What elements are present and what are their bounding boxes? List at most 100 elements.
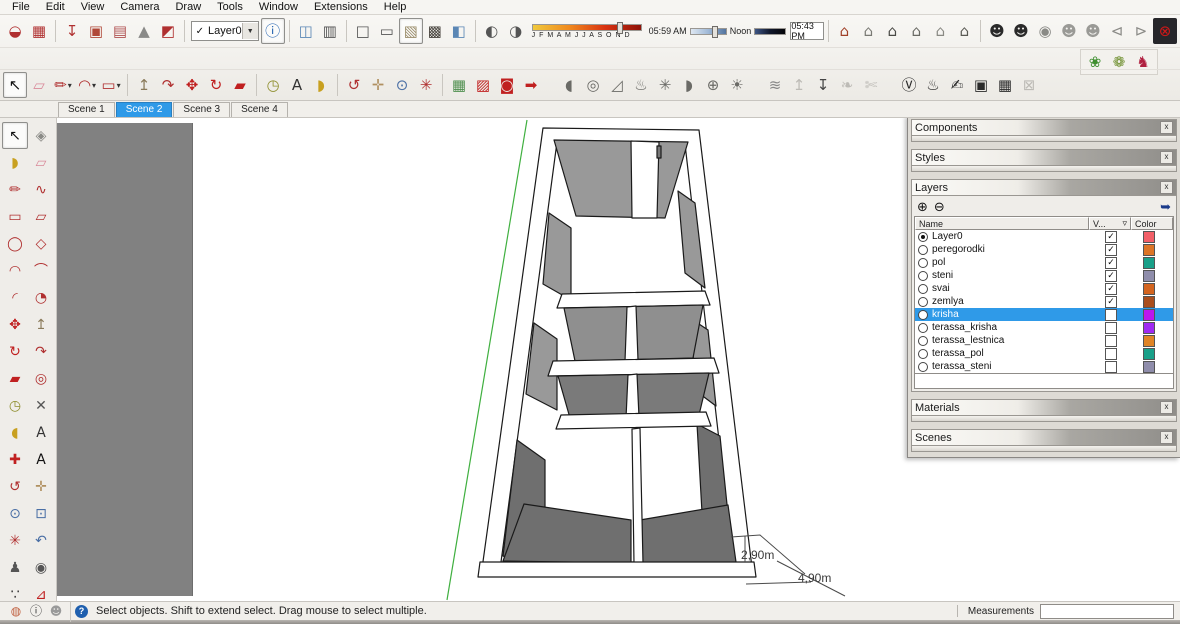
shaded-with-textures-icon[interactable]: ▩: [423, 18, 447, 44]
smoove-icon[interactable]: ↧: [60, 18, 84, 44]
menu-draw[interactable]: Draw: [167, 1, 209, 13]
drape-icon[interactable]: ▤: [108, 18, 132, 44]
tape-measure-icon[interactable]: ◷: [2, 392, 28, 419]
layer-visible-checkbox[interactable]: [1105, 335, 1117, 347]
vray-light-globe-icon[interactable]: ⊕: [701, 72, 725, 98]
layer-active-radio[interactable]: [918, 232, 928, 242]
vray-sun-icon[interactable]: ☀: [725, 72, 749, 98]
rotate-icon[interactable]: ↻: [204, 72, 228, 98]
previous-view-icon[interactable]: ↶: [28, 527, 54, 554]
shadow-dialog-icon[interactable]: ◐: [480, 18, 504, 44]
menu-camera[interactable]: Camera: [112, 1, 167, 13]
vray-render-interactive-icon[interactable]: ✍: [945, 72, 969, 98]
layer-visible-checkbox[interactable]: ✓: [1105, 231, 1117, 243]
add-layer-button[interactable]: ⊕: [917, 201, 928, 214]
layer-visible-checkbox[interactable]: [1105, 348, 1117, 360]
layer-row-terassa_steni[interactable]: terassa_steni: [915, 360, 1173, 373]
chevron-down-icon[interactable]: ▾: [117, 81, 121, 90]
layer-active-radio[interactable]: [918, 349, 928, 359]
axes-icon[interactable]: ✚: [2, 446, 28, 473]
people-settings-icon[interactable]: ☻: [1081, 18, 1105, 44]
close-icon[interactable]: x: [1160, 121, 1173, 134]
layer-active-radio[interactable]: [918, 245, 928, 255]
shadow-date-slider[interactable]: J F M A M J J A S O N D: [532, 24, 642, 39]
flip-edge-icon[interactable]: ◩: [156, 18, 180, 44]
vray-batch-render-icon[interactable]: ▦: [993, 72, 1017, 98]
geolocation-icon[interactable]: ◍: [6, 602, 26, 620]
line-icon[interactable]: ✏▾: [51, 72, 75, 98]
make-fur-icon[interactable]: ❧: [835, 72, 859, 98]
rotated-rectangle-icon[interactable]: ▱: [28, 203, 54, 230]
layer-active-radio[interactable]: [918, 258, 928, 268]
time-value-field[interactable]: 05:43 PM: [790, 22, 823, 40]
add-location-icon[interactable]: ⌂: [832, 18, 856, 44]
arc-icon[interactable]: ◠▾: [75, 72, 99, 98]
layer-visible-checkbox[interactable]: [1105, 322, 1117, 334]
menu-file[interactable]: File: [4, 1, 38, 13]
model-viewport[interactable]: 2,90m 4,90m Components x Styles x: [57, 118, 1180, 601]
layer-color-swatch[interactable]: [1143, 348, 1155, 360]
layer-color-swatch[interactable]: [1143, 309, 1155, 321]
menu-tools[interactable]: Tools: [209, 1, 251, 13]
scale-icon[interactable]: ▰: [228, 72, 252, 98]
layer-active-radio[interactable]: [918, 310, 928, 320]
vray-light-rect-icon[interactable]: ◖: [557, 72, 581, 98]
layer-details-arrow-button[interactable]: ➥: [1160, 201, 1171, 214]
close-icon[interactable]: x: [1160, 151, 1173, 164]
look-around-icon[interactable]: ◉: [28, 554, 54, 581]
get-models-icon[interactable]: ⌂: [928, 18, 952, 44]
vray-light-omni-icon[interactable]: ✳: [653, 72, 677, 98]
layers-panel-header[interactable]: Layers x: [911, 179, 1177, 196]
three-d-text-icon[interactable]: A: [28, 446, 54, 473]
layer-color-swatch[interactable]: [1143, 257, 1155, 269]
vray-light-ies-icon[interactable]: ♨: [629, 72, 653, 98]
help-icon[interactable]: ?: [75, 605, 88, 618]
materials-panel-header[interactable]: Materials x: [911, 399, 1177, 416]
close-icon[interactable]: x: [1160, 431, 1173, 444]
shadow-toggle-icon[interactable]: ◑: [504, 18, 528, 44]
paint-bucket-icon[interactable]: ◗: [309, 72, 333, 98]
position-camera-icon[interactable]: ♟: [2, 554, 28, 581]
measurements-input[interactable]: [1040, 604, 1174, 619]
plane-tool-icon[interactable]: ⊲: [1105, 18, 1129, 44]
menu-help[interactable]: Help: [376, 1, 415, 13]
close-icon[interactable]: x: [1160, 181, 1173, 194]
vray-light-dome-icon[interactable]: ◗: [677, 72, 701, 98]
export-animation-icon[interactable]: ➡: [519, 72, 543, 98]
tape-measure-icon[interactable]: ◷: [261, 72, 285, 98]
rotate-icon[interactable]: ↻: [2, 338, 28, 365]
fur-trim-icon[interactable]: ✄: [859, 72, 883, 98]
visible-column-header[interactable]: V...▿: [1089, 217, 1131, 230]
scene-tab-scene-1[interactable]: Scene 1: [58, 102, 115, 117]
paint-bucket-icon[interactable]: ◗: [2, 149, 28, 176]
styles-panel-header[interactable]: Styles x: [911, 149, 1177, 166]
wireframe-icon[interactable]: □: [351, 18, 375, 44]
zoom-icon[interactable]: ⊙: [390, 72, 414, 98]
layer-active-radio[interactable]: [918, 323, 928, 333]
soap-skin-icon[interactable]: ≋: [763, 72, 787, 98]
time-slider-handle[interactable]: [712, 26, 718, 38]
layer-color-swatch[interactable]: [1143, 244, 1155, 256]
orbit-icon[interactable]: ↺: [342, 72, 366, 98]
make-component-icon[interactable]: ◈: [28, 122, 54, 149]
zoom-window-icon[interactable]: ⊡: [28, 500, 54, 527]
plane-tool-alt-icon[interactable]: ⊳: [1129, 18, 1153, 44]
chevron-down-icon[interactable]: ▾: [68, 81, 72, 90]
render-abort-icon[interactable]: ⊗: [1153, 18, 1177, 44]
menu-edit[interactable]: Edit: [38, 1, 73, 13]
pan-icon[interactable]: ✛: [366, 72, 390, 98]
follow-me-icon[interactable]: ↷: [28, 338, 54, 365]
layer-color-swatch[interactable]: [1143, 231, 1155, 243]
monochrome-icon[interactable]: ◧: [447, 18, 471, 44]
vray-light-spot-icon[interactable]: ◿: [605, 72, 629, 98]
time-slider-track[interactable]: [690, 28, 727, 35]
select-icon[interactable]: ↖: [2, 122, 28, 149]
vray-light-sphere-icon[interactable]: ◎: [581, 72, 605, 98]
vray-render-icon[interactable]: ♨: [921, 72, 945, 98]
crowd-settings-icon[interactable]: ☻: [1009, 18, 1033, 44]
layer-row-terassa_lestnica[interactable]: terassa_lestnica: [915, 334, 1173, 347]
layer-row-terassa_pol[interactable]: terassa_pol: [915, 347, 1173, 360]
move-icon[interactable]: ✥: [180, 72, 204, 98]
date-slider-handle[interactable]: [617, 22, 623, 34]
color-column-header[interactable]: Color: [1131, 217, 1173, 230]
